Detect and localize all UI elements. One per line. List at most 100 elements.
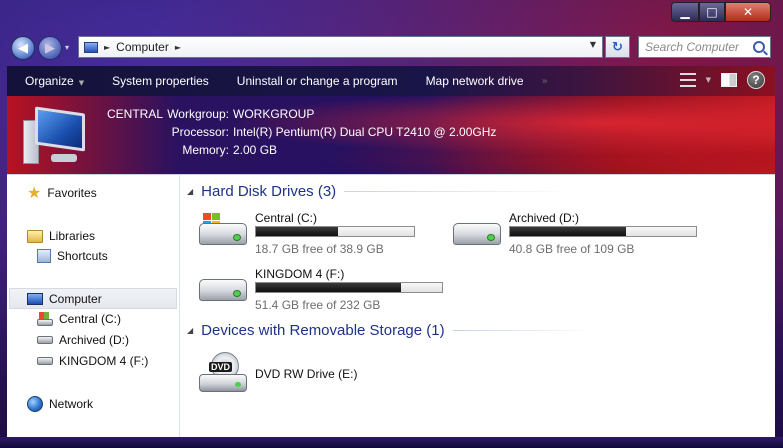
breadcrumb-computer[interactable]: Computer — [116, 40, 169, 54]
address-dropdown-icon[interactable]: ▼ — [590, 40, 596, 49]
drive-free-space: 18.7 GB free of 38.9 GB — [255, 242, 384, 256]
caption-buttons: ▁ □ ✕ — [671, 2, 771, 22]
libraries-icon — [27, 229, 43, 243]
drive-usage-bar — [255, 282, 443, 293]
back-button[interactable]: ◀ — [11, 36, 35, 60]
nav-item-shortcuts[interactable]: Shortcuts — [37, 249, 108, 263]
hard-drive-icon — [37, 336, 53, 344]
nav-item-label: KINGDOM 4 (F:) — [59, 354, 149, 368]
view-options-dropdown[interactable]: ▼ — [706, 76, 711, 84]
map-network-drive-button[interactable]: Map network drive — [412, 74, 538, 88]
search-input[interactable]: Search Computer — [638, 36, 771, 58]
processor-label: Processor: — [171, 125, 229, 139]
drive-name: Central (C:) — [255, 211, 318, 225]
nav-item-network[interactable]: Network — [27, 396, 93, 412]
address-bar[interactable]: ► Computer ► ▼ — [78, 36, 603, 58]
nav-item-label: Archived (D:) — [59, 333, 130, 347]
organize-label: Organize — [25, 74, 74, 88]
favorites-star-icon: ★ — [27, 183, 42, 202]
refresh-icon: ↻ — [612, 39, 623, 55]
more-commands-button[interactable]: » — [542, 76, 548, 87]
command-bar: Organize ▼ System properties Uninstall or… — [7, 66, 775, 96]
drive-tile[interactable]: Central (C:) 18.7 GB free of 38.9 GB — [199, 211, 429, 257]
shortcuts-icon — [37, 249, 51, 263]
drive-name: Archived (D:) — [509, 211, 580, 225]
drive-name: DVD RW Drive (E:) — [255, 367, 358, 381]
windows-drive-icon — [37, 312, 53, 326]
memory-label: Memory: — [182, 143, 229, 157]
hard-drive-icon — [199, 279, 247, 301]
computer-icon — [27, 292, 43, 305]
nav-item-favorites[interactable]: ★ Favorites — [27, 183, 97, 202]
network-globe-icon — [27, 396, 43, 412]
group-header-label: Devices with Removable Storage (1) — [201, 322, 445, 339]
nav-item-label: Favorites — [47, 186, 97, 200]
collapse-triangle-icon[interactable]: ◢ — [187, 326, 193, 335]
drive-usage-fill — [510, 227, 627, 236]
system-properties-button[interactable]: System properties — [98, 74, 223, 88]
group-header-removable[interactable]: ◢ Devices with Removable Storage (1) — [187, 322, 593, 339]
details-pane: CENTRAL Workgroup: WORKGROUP Processor: … — [7, 96, 775, 174]
memory-value: 2.00 GB — [233, 143, 278, 157]
nav-item-label: Shortcuts — [57, 249, 108, 263]
main-pane: ◢ Hard Disk Drives (3) Central (C:) 18.7… — [181, 175, 775, 438]
close-button[interactable]: ✕ — [725, 2, 771, 22]
navigation-bar: ◀ ▶ ▾ ► Computer ► ▼ ↻ Search Computer — [0, 32, 783, 64]
system-info: CENTRAL Workgroup: WORKGROUP Processor: … — [107, 105, 496, 159]
search-icon[interactable] — [753, 41, 765, 53]
uninstall-program-button[interactable]: Uninstall or change a program — [223, 74, 412, 88]
forward-arrow-icon: ▶ — [45, 40, 55, 56]
nav-item-archived-d[interactable]: Archived (D:) — [37, 333, 129, 347]
workgroup-value: WORKGROUP — [233, 107, 315, 121]
recent-pages-dropdown[interactable]: ▾ — [65, 43, 69, 52]
preview-pane-icon[interactable] — [721, 73, 737, 87]
computer-name: CENTRAL — [107, 107, 164, 121]
group-divider — [452, 330, 593, 331]
collapse-triangle-icon[interactable]: ◢ — [187, 187, 193, 196]
drive-name: KINGDOM 4 (F:) — [255, 267, 345, 281]
refresh-button[interactable]: ↻ — [605, 36, 630, 58]
nav-item-computer[interactable]: Computer — [9, 288, 177, 309]
minimize-button[interactable]: ▁ — [671, 2, 699, 22]
back-arrow-icon: ◀ — [18, 40, 28, 56]
breadcrumb-separator[interactable]: ► — [104, 43, 110, 52]
drive-free-space: 40.8 GB free of 109 GB — [509, 242, 635, 256]
hard-drive-icon — [37, 357, 53, 365]
nav-item-kingdom-f[interactable]: KINGDOM 4 (F:) — [37, 354, 148, 368]
group-header-label: Hard Disk Drives (3) — [201, 183, 337, 200]
chevron-down-icon: ▼ — [78, 79, 85, 87]
navigation-pane: ★ Favorites Libraries Shortcuts Computer… — [7, 175, 180, 438]
drive-tile[interactable]: Archived (D:) 40.8 GB free of 109 GB — [453, 211, 697, 257]
nav-item-label: Libraries — [49, 229, 96, 243]
content-area: ★ Favorites Libraries Shortcuts Computer… — [7, 174, 775, 438]
group-divider — [344, 191, 575, 192]
dvd-drive-icon: DVD — [199, 352, 247, 394]
drive-free-space: 51.4 GB free of 232 GB — [255, 298, 381, 312]
search-placeholder: Search Computer — [645, 40, 740, 54]
nav-item-label: Network — [49, 397, 94, 411]
nav-item-libraries[interactable]: Libraries — [27, 229, 95, 243]
breadcrumb-separator[interactable]: ► — [175, 43, 181, 52]
organize-button[interactable]: Organize ▼ — [7, 74, 98, 88]
drive-usage-fill — [256, 227, 338, 236]
toolbar-right: ▼ ? — [679, 71, 765, 89]
maximize-button[interactable]: □ — [699, 2, 725, 22]
dvd-badge: DVD — [209, 362, 233, 372]
drive-usage-bar — [255, 226, 415, 237]
nav-item-central-c[interactable]: Central (C:) — [37, 312, 121, 326]
dvd-drive-tile[interactable]: DVD DVD RW Drive (E:) — [199, 352, 399, 396]
drive-usage-fill — [256, 283, 401, 292]
computer-large-icon — [23, 106, 95, 168]
window-bottom-border — [0, 437, 783, 448]
group-header-hard-disks[interactable]: ◢ Hard Disk Drives (3) — [187, 183, 575, 200]
help-icon[interactable]: ? — [747, 71, 765, 89]
hard-drive-icon — [453, 223, 501, 245]
nav-item-label: Central (C:) — [59, 312, 122, 326]
processor-value: Intel(R) Pentium(R) Dual CPU T2410 @ 2.0… — [233, 125, 497, 139]
drive-tile[interactable]: KINGDOM 4 (F:) 51.4 GB free of 232 GB — [199, 267, 459, 313]
change-view-icon[interactable] — [679, 73, 696, 87]
drive-usage-bar — [509, 226, 697, 237]
computer-icon — [84, 41, 98, 53]
hard-drive-icon — [199, 223, 247, 245]
forward-button[interactable]: ▶ — [38, 36, 62, 60]
